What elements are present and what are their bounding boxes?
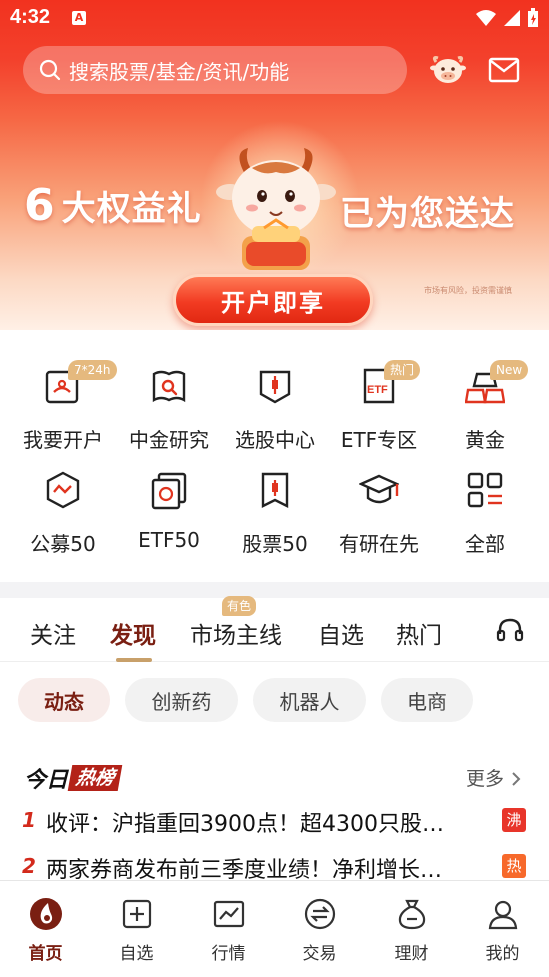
news-tag-hot: 热 bbox=[502, 854, 526, 878]
nav-label: 自选 bbox=[119, 944, 154, 964]
chip-dynamic[interactable]: 动态 bbox=[18, 678, 110, 722]
chip-innovative-drugs[interactable]: 创新药 bbox=[125, 678, 238, 722]
grid-label: 全部 bbox=[465, 532, 505, 556]
risk-disclaimer: 市场有风险，投资需谨慎 bbox=[424, 286, 512, 295]
all-apps-icon bbox=[467, 472, 503, 508]
grid-label: 公募50 bbox=[30, 532, 96, 556]
etf50-icon bbox=[151, 472, 187, 510]
nav-label: 行情 bbox=[211, 944, 246, 964]
tab-follow[interactable]: 关注 bbox=[30, 616, 76, 650]
nav-wealth[interactable]: 理财 bbox=[366, 893, 457, 973]
banner-headline-right: 已为您送达 bbox=[340, 194, 515, 234]
nav-home[interactable]: 首页 bbox=[0, 893, 91, 973]
news-rank: 1 bbox=[22, 808, 36, 832]
headset-icon[interactable] bbox=[496, 616, 524, 644]
chip-ecommerce[interactable]: 电商 bbox=[381, 678, 473, 722]
grid-item-stock-picker[interactable]: 选股中心 bbox=[220, 366, 330, 466]
graduation-cap-icon bbox=[359, 474, 399, 504]
banner-headline-left: 6 大权益礼 bbox=[24, 180, 202, 231]
grid-label: 选股中心 bbox=[235, 428, 315, 452]
grid-label: ETF50 bbox=[138, 528, 200, 552]
watchlist-icon bbox=[122, 899, 152, 929]
active-tab-indicator bbox=[116, 658, 152, 662]
status-bar: 4:32 A bbox=[0, 0, 549, 36]
grid-label: 有研在先 bbox=[339, 532, 419, 556]
grid-item-gold[interactable]: New 黄金 bbox=[430, 360, 540, 466]
grid-item-stock50[interactable]: 股票50 bbox=[220, 470, 330, 570]
feed-tabs: 关注 发现 有色 市场主线 自选 热门 bbox=[0, 596, 549, 662]
nav-label: 交易 bbox=[302, 944, 337, 964]
more-link[interactable]: 更多 bbox=[466, 764, 522, 791]
quick-access-grid: 7*24h 我要开户 中金研究 选股中心 ETF 热门 ETF专区 New 黄金… bbox=[0, 330, 549, 582]
search-bar[interactable]: 搜索股票/基金/资讯/功能 bbox=[23, 46, 407, 94]
home-icon bbox=[30, 898, 62, 930]
news-tag-boiling: 沸 bbox=[502, 808, 526, 832]
grid-item-open-account[interactable]: 7*24h 我要开户 bbox=[8, 360, 118, 466]
notification-a-icon: A bbox=[72, 11, 86, 25]
grid-item-etf50[interactable]: ETF50 bbox=[114, 470, 224, 570]
grid-item-all[interactable]: 全部 bbox=[430, 470, 540, 570]
cow-mascot-icon[interactable] bbox=[430, 54, 466, 86]
nav-label: 我的 bbox=[485, 944, 520, 964]
grid-label: 中金研究 bbox=[129, 428, 209, 452]
nav-watchlist[interactable]: 自选 bbox=[91, 893, 182, 973]
news-headline: 收评：沪指重回3900点！超4300只股… bbox=[46, 812, 444, 837]
wealth-bag-icon bbox=[398, 899, 426, 930]
system-status-icons bbox=[475, 8, 539, 28]
nav-label: 理财 bbox=[394, 944, 429, 964]
mail-icon[interactable] bbox=[488, 55, 520, 85]
search-icon bbox=[39, 59, 61, 81]
trade-icon bbox=[304, 898, 336, 930]
stock50-icon bbox=[261, 472, 289, 508]
wifi-icon bbox=[476, 10, 496, 26]
grid-label: 股票50 bbox=[242, 532, 308, 556]
nav-trade[interactable]: 交易 bbox=[274, 893, 365, 973]
svg-text:ETF: ETF bbox=[367, 384, 388, 396]
topic-chips: 动态 创新药 机器人 电商 bbox=[0, 678, 549, 722]
chip-robots[interactable]: 机器人 bbox=[253, 678, 366, 722]
tab-discover[interactable]: 发现 bbox=[110, 616, 156, 650]
tab-hot[interactable]: 热门 bbox=[396, 616, 442, 650]
nav-label: 首页 bbox=[28, 944, 63, 964]
grid-item-fund50[interactable]: 公募50 bbox=[8, 470, 118, 570]
grid-label: 我要开户 bbox=[23, 428, 103, 452]
bottom-navigation: 首页 自选 行情 交易 理财 我的 bbox=[0, 880, 549, 977]
battery-icon bbox=[528, 8, 538, 27]
grid-item-cicc-research[interactable]: 中金研究 bbox=[114, 366, 224, 466]
grid-item-research-first[interactable]: 有研在先 bbox=[324, 470, 434, 570]
profile-icon bbox=[488, 900, 518, 930]
open-account-cta-button[interactable]: 开户即享 bbox=[173, 274, 373, 326]
tab-market-mainline[interactable]: 市场主线 bbox=[190, 616, 282, 650]
search-placeholder: 搜索股票/基金/资讯/功能 bbox=[69, 59, 290, 84]
chevron-right-icon bbox=[512, 772, 521, 786]
market-chart-icon bbox=[213, 900, 245, 928]
hot-list-title: 今日 热榜 bbox=[24, 764, 123, 793]
cow-mascot-illustration bbox=[216, 148, 336, 270]
tab-watchlist[interactable]: 自选 bbox=[318, 616, 364, 650]
nav-market[interactable]: 行情 bbox=[183, 893, 274, 973]
feed-section: 关注 发现 有色 市场主线 自选 热门 动态 创新药 机器人 电商 今日 热榜 … bbox=[0, 596, 549, 883]
stock-picker-icon bbox=[259, 370, 291, 404]
nav-profile[interactable]: 我的 bbox=[457, 893, 548, 973]
grid-item-etf-zone[interactable]: ETF 热门 ETF专区 bbox=[324, 360, 434, 466]
signal-icon bbox=[504, 10, 520, 26]
status-time: 4:32 bbox=[10, 6, 51, 28]
grid-label: ETF专区 bbox=[340, 428, 418, 452]
badge-new: New bbox=[490, 360, 529, 380]
grid-label: 黄金 bbox=[465, 428, 505, 452]
research-icon bbox=[152, 370, 186, 403]
fund50-icon bbox=[46, 471, 80, 509]
news-rank: 2 bbox=[22, 854, 36, 878]
hero-banner[interactable]: 4:32 A 搜索股票/基金/资讯/功能 6 大权益礼 已为您送达 市场有风险，… bbox=[0, 0, 549, 330]
badge-247: 7*24h bbox=[68, 360, 117, 380]
badge-hot: 热门 bbox=[384, 360, 421, 380]
news-item[interactable]: 1 收评：沪指重回3900点！超4300只股… 沸 bbox=[0, 804, 549, 840]
tab-badge-nonferrous: 有色 bbox=[222, 596, 257, 616]
